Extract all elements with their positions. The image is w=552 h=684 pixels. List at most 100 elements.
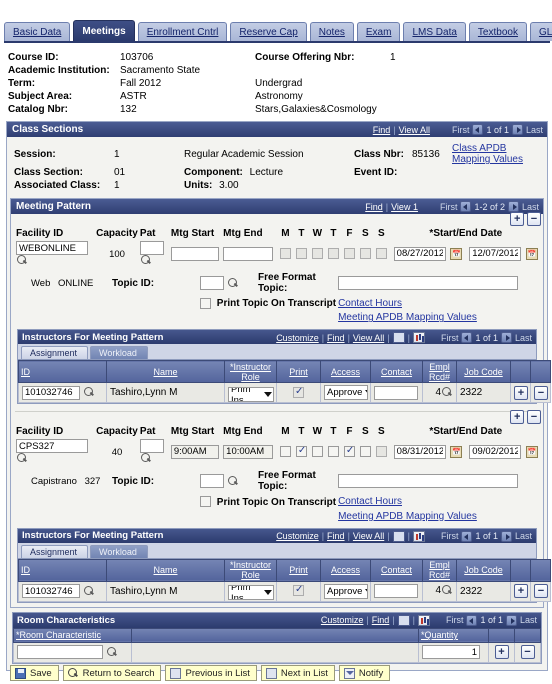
- last-label[interactable]: Last: [515, 333, 532, 343]
- tab-basic-data[interactable]: Basic Data: [4, 22, 71, 41]
- day-checkbox-s2[interactable]: [375, 446, 387, 458]
- subtab-workload[interactable]: Workload: [90, 544, 148, 558]
- facility-id-lookup-icon[interactable]: [17, 453, 28, 464]
- day-checkbox-m[interactable]: [279, 248, 291, 259]
- first-label[interactable]: First: [441, 333, 459, 343]
- find-link[interactable]: Find: [373, 125, 391, 135]
- day-checkbox-s1[interactable]: [359, 248, 371, 259]
- find-link[interactable]: Find: [327, 531, 345, 541]
- topic-id-lookup-icon[interactable]: [227, 277, 239, 289]
- next-row-icon[interactable]: [500, 530, 512, 542]
- day-checkbox-t1[interactable]: [295, 248, 307, 259]
- chart-grid-icon[interactable]: [417, 614, 430, 626]
- last-label[interactable]: Last: [515, 531, 532, 541]
- start-date-input[interactable]: [393, 246, 446, 261]
- mtg-start-input[interactable]: [170, 444, 219, 459]
- print-checkbox[interactable]: [293, 584, 304, 597]
- next-row-icon[interactable]: [511, 124, 523, 135]
- col-role-link[interactable]: *Instructor Role: [230, 362, 271, 382]
- contact-hours-link[interactable]: Contact Hours: [338, 298, 402, 309]
- previous-row-icon[interactable]: [460, 201, 472, 212]
- subtab-assignment[interactable]: Assignment: [21, 544, 89, 558]
- room-characteristic-input[interactable]: [17, 645, 103, 660]
- subtab-workload[interactable]: Workload: [90, 346, 148, 360]
- col-empl-rcd-link[interactable]: Empl Rcd#: [429, 560, 450, 580]
- view-all-link[interactable]: View All: [353, 333, 384, 343]
- next-row-icon[interactable]: [507, 201, 519, 212]
- day-checkbox-m[interactable]: [279, 446, 291, 458]
- tab-enrollment-cntrl[interactable]: Enrollment Cntrl: [137, 22, 228, 41]
- add-instructor-button[interactable]: +: [514, 584, 528, 599]
- find-link[interactable]: Find: [327, 333, 345, 343]
- col-contact-link[interactable]: Contact: [381, 565, 412, 575]
- view-all-link[interactable]: View All: [399, 125, 430, 135]
- subtab-assignment[interactable]: Assignment: [21, 346, 89, 360]
- save-button[interactable]: Save: [10, 665, 59, 681]
- mtg-end-input[interactable]: [223, 444, 274, 459]
- tab-gl-interface[interactable]: GL Interface: [529, 22, 552, 41]
- first-label[interactable]: First: [452, 125, 470, 135]
- instructor-id-input[interactable]: [22, 385, 80, 400]
- end-date-input[interactable]: [469, 246, 522, 261]
- free-format-topic-input[interactable]: [338, 474, 519, 489]
- col-role-link[interactable]: *Instructor Role: [230, 560, 271, 580]
- topic-id-lookup-icon[interactable]: [227, 475, 239, 487]
- col-print-link[interactable]: Print: [289, 565, 308, 575]
- day-checkbox-s2[interactable]: [375, 248, 387, 259]
- next-row-icon[interactable]: [500, 332, 512, 344]
- pat-input[interactable]: [139, 241, 164, 255]
- col-print-link[interactable]: Print: [289, 367, 308, 377]
- next-in-list-button[interactable]: Next in List: [260, 665, 335, 681]
- day-checkbox-f[interactable]: [343, 248, 355, 259]
- download-grid-icon[interactable]: [392, 332, 405, 344]
- start-date-calendar-icon[interactable]: 📅: [450, 445, 463, 458]
- previous-row-icon[interactable]: [472, 124, 484, 135]
- col-name-link[interactable]: Name: [153, 565, 177, 575]
- col-access-link[interactable]: Access: [331, 367, 360, 377]
- pat-lookup-icon[interactable]: [140, 453, 152, 464]
- empl-rcd-lookup-icon[interactable]: [442, 585, 453, 596]
- class-apdb-mapping-values-link[interactable]: Class APDB Mapping Values: [452, 143, 523, 165]
- facility-id-lookup-icon[interactable]: [17, 255, 28, 266]
- instructor-role-select[interactable]: Prim Ins: [228, 387, 274, 403]
- previous-row-icon[interactable]: [461, 332, 473, 344]
- empl-rcd-lookup-icon[interactable]: [442, 387, 453, 398]
- delete-instructor-button[interactable]: −: [534, 385, 548, 400]
- room-characteristic-lookup-icon[interactable]: [106, 646, 118, 658]
- free-format-topic-input[interactable]: [338, 276, 519, 291]
- tab-meetings[interactable]: Meetings: [73, 20, 135, 41]
- contact-input[interactable]: [374, 385, 418, 400]
- day-checkbox-s1[interactable]: [359, 446, 371, 458]
- day-checkbox-t1[interactable]: [295, 445, 307, 458]
- print-topic-checkbox[interactable]: [200, 496, 211, 508]
- mtg-start-input[interactable]: [170, 246, 219, 261]
- previous-row-icon[interactable]: [461, 530, 473, 542]
- end-date-input[interactable]: [469, 444, 522, 459]
- first-label[interactable]: First: [441, 531, 459, 541]
- add-row-button[interactable]: +: [510, 212, 525, 226]
- add-room-characteristic-button[interactable]: +: [494, 645, 509, 660]
- instructor-id-lookup-icon[interactable]: [83, 387, 95, 398]
- last-label[interactable]: Last: [520, 615, 537, 625]
- tab-exam[interactable]: Exam: [356, 22, 401, 41]
- day-checkbox-w[interactable]: [311, 248, 323, 259]
- find-link[interactable]: Find: [372, 615, 390, 625]
- mtg-end-input[interactable]: [223, 246, 274, 261]
- find-link[interactable]: Find: [365, 202, 383, 212]
- view-all-link[interactable]: View All: [353, 531, 384, 541]
- facility-id-input[interactable]: [16, 439, 88, 454]
- delete-instructor-button[interactable]: −: [534, 584, 548, 599]
- end-date-calendar-icon[interactable]: 📅: [526, 445, 538, 458]
- topic-id-input[interactable]: [200, 474, 224, 489]
- delete-row-button[interactable]: −: [527, 410, 541, 425]
- tab-lms-data[interactable]: LMS Data: [403, 22, 466, 41]
- day-checkbox-f[interactable]: [343, 445, 355, 458]
- instructor-id-input[interactable]: [22, 584, 80, 599]
- facility-id-input[interactable]: [16, 241, 88, 255]
- access-select[interactable]: Approve: [324, 583, 368, 599]
- add-instructor-button[interactable]: +: [514, 385, 528, 400]
- delete-row-button[interactable]: −: [527, 212, 541, 226]
- customize-link[interactable]: Customize: [276, 333, 319, 343]
- download-grid-icon[interactable]: [392, 530, 405, 542]
- instructor-id-lookup-icon[interactable]: [83, 585, 95, 597]
